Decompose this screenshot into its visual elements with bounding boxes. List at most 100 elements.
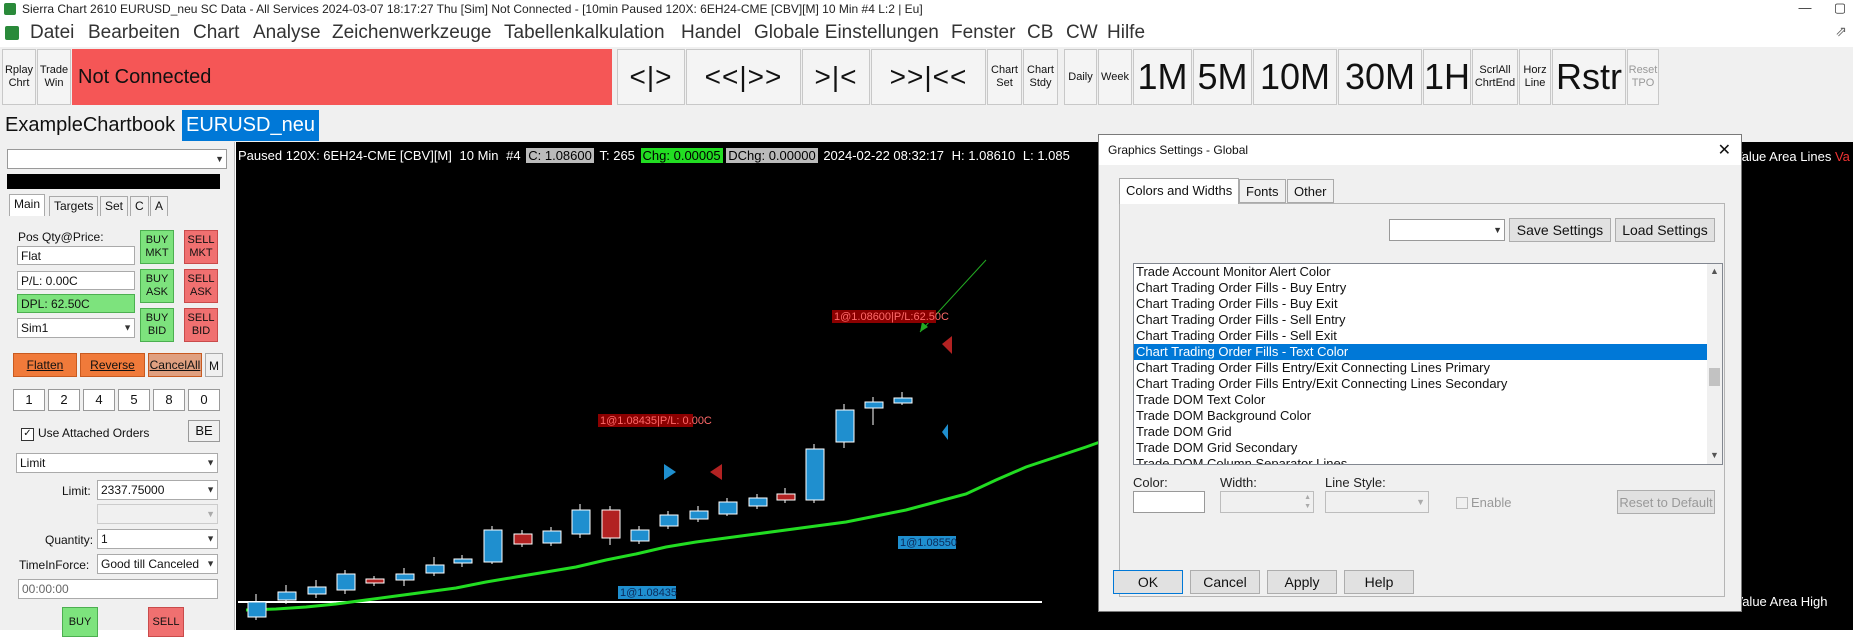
scroll-all-button[interactable]: ScrlAll ChrtEnd xyxy=(1472,49,1518,105)
enable-checkbox[interactable] xyxy=(1456,497,1468,509)
tab-targets[interactable]: Targets xyxy=(49,196,99,216)
scroll-up-icon[interactable]: ▲ xyxy=(1710,266,1719,276)
list-item[interactable]: Trade DOM Column Separator Lines xyxy=(1134,456,1722,464)
buy-market-button[interactable]: BUY MKT xyxy=(140,230,174,264)
save-settings-button[interactable]: Save Settings xyxy=(1509,218,1611,242)
nav-button-4[interactable]: >>|<< xyxy=(871,49,986,105)
list-item[interactable]: Trade DOM Text Color xyxy=(1134,392,1722,408)
time-input[interactable]: 00:00:00 xyxy=(18,579,218,599)
line-style-select[interactable]: ▼ xyxy=(1325,491,1429,513)
buy-ask-button[interactable]: BUY ASK xyxy=(140,269,174,303)
sell-ask-button[interactable]: SELL ASK xyxy=(184,269,218,303)
graphics-list[interactable]: Trade Account Monitor Alert Color Chart T… xyxy=(1133,263,1723,465)
tf-10m-button[interactable]: 10M xyxy=(1253,49,1337,105)
sell-market-button[interactable]: SELL MKT xyxy=(184,230,218,264)
scroll-down-icon[interactable]: ▼ xyxy=(1710,450,1719,460)
tab-a[interactable]: A xyxy=(150,196,169,216)
use-attached-checkbox[interactable]: ✓ xyxy=(21,428,34,441)
menu-cb[interactable]: CB xyxy=(1027,22,1053,44)
tab-main[interactable]: Main xyxy=(9,194,46,216)
stop-price-input[interactable]: ▼ xyxy=(97,504,218,524)
menu-globale-einstellungen[interactable]: Globale Einstellungen xyxy=(754,22,939,44)
qty-1-button[interactable]: 1 xyxy=(13,389,45,411)
list-item[interactable]: Chart Trading Order Fills Entry/Exit Con… xyxy=(1134,360,1722,376)
menu-handel[interactable]: Handel xyxy=(681,22,741,44)
menu-zeichenwerkzeuge[interactable]: Zeichenwerkzeuge xyxy=(332,22,491,44)
horizontal-line-button[interactable]: Horz Line xyxy=(1519,49,1551,105)
cancel-button[interactable]: Cancel xyxy=(1190,570,1260,594)
menu-hilfe[interactable]: Hilfe xyxy=(1107,22,1145,44)
limit-price-input[interactable]: 2337.75000 ▼ xyxy=(97,480,218,500)
week-button[interactable]: Week xyxy=(1098,49,1132,105)
close-icon[interactable]: ✕ xyxy=(1718,140,1731,160)
load-settings-button[interactable]: Load Settings xyxy=(1615,218,1715,242)
list-item[interactable]: Chart Trading Order Fills - Text Color xyxy=(1134,344,1722,360)
app-menu-icon[interactable] xyxy=(5,26,19,40)
list-item[interactable]: Chart Trading Order Fills - Buy Entry xyxy=(1134,280,1722,296)
menu-tabellenkalkulation[interactable]: Tabellenkalkulation xyxy=(504,22,665,44)
replay-chart-button[interactable]: Rplay Chrt xyxy=(2,49,36,105)
tab-fonts[interactable]: Fonts xyxy=(1239,179,1286,203)
sell-bid-button[interactable]: SELL BID xyxy=(184,308,218,342)
tf-30m-button[interactable]: 30M xyxy=(1338,49,1422,105)
reverse-button[interactable]: Reverse xyxy=(80,353,145,377)
menu-bearbeiten[interactable]: Bearbeiten xyxy=(88,22,180,44)
daily-button[interactable]: Daily xyxy=(1064,49,1097,105)
list-item[interactable]: Chart Trading Order Fills - Sell Exit xyxy=(1134,328,1722,344)
menu-cw[interactable]: CW xyxy=(1066,22,1098,44)
tf-5m-button[interactable]: 5M xyxy=(1193,49,1252,105)
symbol-select[interactable]: ▼ xyxy=(7,149,227,169)
tab-colors-widths[interactable]: Colors and Widths xyxy=(1119,178,1240,204)
list-item[interactable]: Trade DOM Grid Secondary xyxy=(1134,440,1722,456)
menu-fenster[interactable]: Fenster xyxy=(951,22,1015,44)
nav-button-2[interactable]: <<|>> xyxy=(686,49,801,105)
nav-button-3[interactable]: >|< xyxy=(802,49,870,105)
m-button[interactable]: M xyxy=(205,353,223,377)
tab-c[interactable]: C xyxy=(130,196,149,216)
nav-button-1[interactable]: <|> xyxy=(617,49,685,105)
tab-set[interactable]: Set xyxy=(100,196,129,216)
restore-button-rstr[interactable]: Rstr xyxy=(1552,49,1626,105)
buy-bid-button[interactable]: BUY BID xyxy=(140,308,174,342)
menu-analyse[interactable]: Analyse xyxy=(253,22,321,44)
account-select[interactable]: Sim1 ▼ xyxy=(17,318,135,338)
tab-other[interactable]: Other xyxy=(1287,179,1334,203)
list-item[interactable]: Trade Account Monitor Alert Color xyxy=(1134,264,1722,280)
tab-eurusd-neu[interactable]: EURUSD_neu xyxy=(182,110,319,141)
list-item[interactable]: Chart Trading Order Fills - Sell Entry xyxy=(1134,312,1722,328)
buy-button[interactable]: BUY xyxy=(62,607,98,637)
list-item[interactable]: Trade DOM Grid xyxy=(1134,424,1722,440)
qty-0-button[interactable]: 0 xyxy=(188,389,220,411)
scroll-thumb[interactable] xyxy=(1709,368,1720,386)
sell-button[interactable]: SELL xyxy=(148,607,184,637)
flatten-button[interactable]: Flatten xyxy=(13,353,77,377)
menu-chart[interactable]: Chart xyxy=(193,22,239,44)
chart-settings-button[interactable]: Chart Set xyxy=(987,49,1022,105)
list-item[interactable]: Chart Trading Order Fills Entry/Exit Con… xyxy=(1134,376,1722,392)
apply-button[interactable]: Apply xyxy=(1267,570,1337,594)
list-item[interactable]: Trade DOM Background Color xyxy=(1134,408,1722,424)
width-spinner[interactable]: ▲ ▼ xyxy=(1220,491,1314,513)
time-in-force-select[interactable]: Good till Canceled ▼ xyxy=(97,554,218,574)
order-type-select[interactable]: Limit ▼ xyxy=(16,453,218,473)
reset-tpo-button[interactable]: Reset TPO xyxy=(1627,49,1659,105)
qty-4-button[interactable]: 4 xyxy=(83,389,115,411)
qty-5-button[interactable]: 5 xyxy=(118,389,150,411)
tab-examplechartbook[interactable]: ExampleChartbook xyxy=(1,110,180,141)
tf-1h-button[interactable]: 1H xyxy=(1423,49,1471,105)
list-scrollbar[interactable]: ▲ ▼ xyxy=(1707,264,1722,464)
breakeven-button[interactable]: BE xyxy=(188,420,220,442)
restore-button[interactable]: ▢ xyxy=(1820,0,1853,18)
settings-profile-select[interactable]: ▼ xyxy=(1389,219,1505,241)
trade-window-button[interactable]: Trade Win xyxy=(37,49,71,105)
minimize-button[interactable]: — xyxy=(1785,0,1825,18)
ok-button[interactable]: OK xyxy=(1113,570,1183,594)
chart-studies-button[interactable]: Chart Stdy xyxy=(1023,49,1058,105)
reset-default-button[interactable]: Reset to Default xyxy=(1617,490,1715,514)
menu-datei[interactable]: Datei xyxy=(30,22,74,44)
connection-status[interactable]: Not Connected xyxy=(72,49,612,105)
tf-1m-button[interactable]: 1M xyxy=(1133,49,1192,105)
help-button[interactable]: Help xyxy=(1344,570,1414,594)
cancel-all-button[interactable]: CancelAll xyxy=(148,353,202,377)
qty-8-button[interactable]: 8 xyxy=(153,389,185,411)
